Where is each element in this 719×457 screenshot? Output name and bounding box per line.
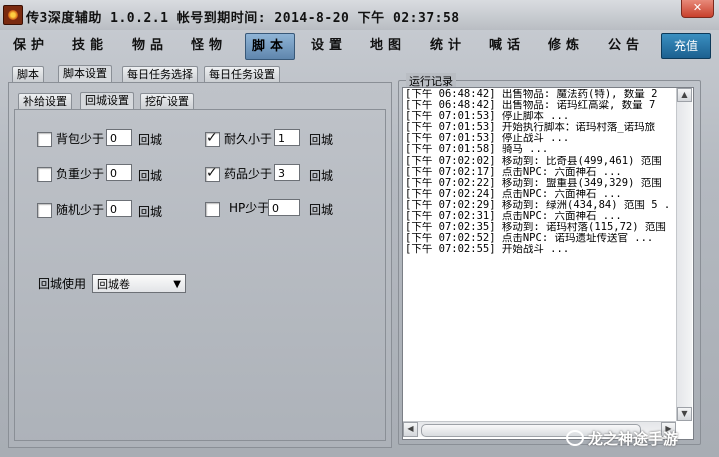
bag-input[interactable]: 0: [106, 129, 132, 146]
menu-script[interactable]: 脚本: [245, 33, 295, 60]
tab-return-settings[interactable]: 回城设置: [80, 92, 134, 110]
log-line: [下午 07:02:17] 点击NPC: 六面神石 ...: [405, 166, 622, 178]
app-icon: [3, 5, 23, 25]
main-menu: 保护 技能 物品 怪物 脚本 设置 地图 统计 喊话 修炼 公告: [0, 30, 719, 60]
hp-label: HP少于: [229, 201, 270, 215]
bag-suffix: 回城: [138, 133, 163, 147]
menu-notice[interactable]: 公告: [603, 33, 649, 58]
log-line: [下午 07:02:22] 移动到: 盟重县(349,329) 范围: [405, 177, 662, 189]
return-use-label: 回城使用: [38, 277, 87, 291]
menu-map[interactable]: 地图: [365, 33, 411, 58]
log-line: [下午 07:02:31] 点击NPC: 六面神石 ...: [405, 211, 622, 223]
log-box[interactable]: [下午 06:48:42] 出售物品: 魔法药(特), 数量 2 [下午 06:…: [402, 87, 694, 440]
potion-label: 药品少于: [224, 167, 273, 181]
log-line: [下午 07:01:53] 开始执行脚本：诺玛村落_诺玛旅: [405, 122, 656, 134]
log-line: [下午 07:01:53] 停止战斗 ...: [405, 133, 570, 145]
menu-shout[interactable]: 喊话: [484, 33, 530, 58]
random-label: 随机少于: [56, 203, 105, 217]
weibo-icon: [566, 430, 584, 446]
hp-input[interactable]: 0: [268, 199, 300, 216]
tab-script-settings[interactable]: 脚本设置: [58, 65, 112, 83]
scroll-down-icon[interactable]: ▼: [677, 407, 692, 421]
log-vertical-scrollbar[interactable]: ▲ ▼: [676, 88, 692, 421]
log-lines: [下午 06:48:42] 出售物品: 魔法药(特), 数量 2 [下午 06:…: [405, 89, 675, 255]
log-line: [下午 07:02:02] 移动到: 比奇县(499,461) 范围: [405, 155, 662, 167]
return-item-select[interactable]: 回城卷 ▼: [92, 274, 186, 293]
durability-label: 耐久小于: [224, 132, 273, 146]
watermark-text: 龙之神途手游: [588, 430, 679, 448]
menu-items[interactable]: 物品: [127, 33, 173, 58]
return-item-value: 回城卷: [97, 278, 130, 291]
scroll-left-icon[interactable]: ◀: [403, 422, 418, 437]
dropdown-arrow-icon: ▼: [173, 279, 181, 290]
menu-stats[interactable]: 统计: [425, 33, 471, 58]
potion-input[interactable]: 3: [274, 164, 300, 181]
potion-suffix: 回城: [309, 169, 334, 183]
bag-checkbox[interactable]: [37, 132, 52, 147]
potion-checkbox[interactable]: [205, 165, 220, 182]
log-line: [下午 07:01:58] 骑马 ...: [405, 144, 549, 156]
durability-input[interactable]: 1: [274, 129, 300, 146]
durability-checkbox[interactable]: [205, 130, 220, 147]
random-input[interactable]: 0: [106, 200, 132, 217]
title-bar: 传3深度辅助 1.0.2.1 帐号到期时间: 2014-8-20 下午 02:3…: [0, 0, 719, 30]
scroll-up-icon[interactable]: ▲: [677, 88, 692, 102]
log-line: [下午 07:01:53] 停止脚本 ...: [405, 111, 570, 123]
log-line: [下午 07:02:52] 点击NPC: 诺玛遗址传送官 ...: [405, 233, 654, 245]
charge-button[interactable]: 充值: [661, 33, 711, 59]
weight-input[interactable]: 0: [106, 164, 132, 181]
log-line: [下午 07:02:24] 点击NPC: 六面神石 ...: [405, 188, 622, 200]
random-suffix: 回城: [138, 205, 163, 219]
hp-checkbox[interactable]: [205, 202, 220, 217]
random-checkbox[interactable]: [37, 203, 52, 218]
log-line: [下午 07:02:29] 移动到: 绿洲(434,84) 范围 5 .: [405, 199, 671, 211]
weight-label: 负重少于: [56, 167, 105, 181]
menu-train[interactable]: 修炼: [543, 33, 589, 58]
window-title: 传3深度辅助 1.0.2.1 帐号到期时间: 2014-8-20 下午 02:3…: [26, 11, 460, 26]
close-button[interactable]: ✕: [681, 0, 714, 18]
log-line: [下午 06:48:42] 出售物品: 诺玛红高粱, 数量 7: [405, 100, 656, 112]
log-line: [下午 07:02:35] 移动到: 诺玛村落(115,72) 范围: [405, 222, 666, 234]
durability-suffix: 回城: [309, 133, 334, 147]
tab-mining-settings[interactable]: 挖矿设置: [140, 93, 194, 110]
menu-protect[interactable]: 保护: [8, 33, 54, 58]
tab-daily-select[interactable]: 每日任务选择: [122, 66, 198, 83]
tab-daily-settings[interactable]: 每日任务设置: [204, 66, 280, 83]
menu-settings[interactable]: 设置: [306, 33, 352, 58]
hp-suffix: 回城: [309, 203, 334, 217]
weight-suffix: 回城: [138, 169, 163, 183]
bag-label: 背包少于: [56, 132, 105, 146]
tab-supply-settings[interactable]: 补给设置: [18, 93, 72, 110]
log-line: [下午 07:02:55] 开始战斗 ...: [405, 244, 570, 256]
tab-script[interactable]: 脚本: [12, 66, 44, 83]
menu-monster[interactable]: 怪物: [186, 33, 232, 58]
log-line: [下午 06:48:42] 出售物品: 魔法药(特), 数量 2: [405, 89, 658, 100]
watermark: 龙之神途手游: [566, 428, 678, 449]
menu-skill[interactable]: 技能: [67, 33, 113, 58]
weight-checkbox[interactable]: [37, 167, 52, 182]
